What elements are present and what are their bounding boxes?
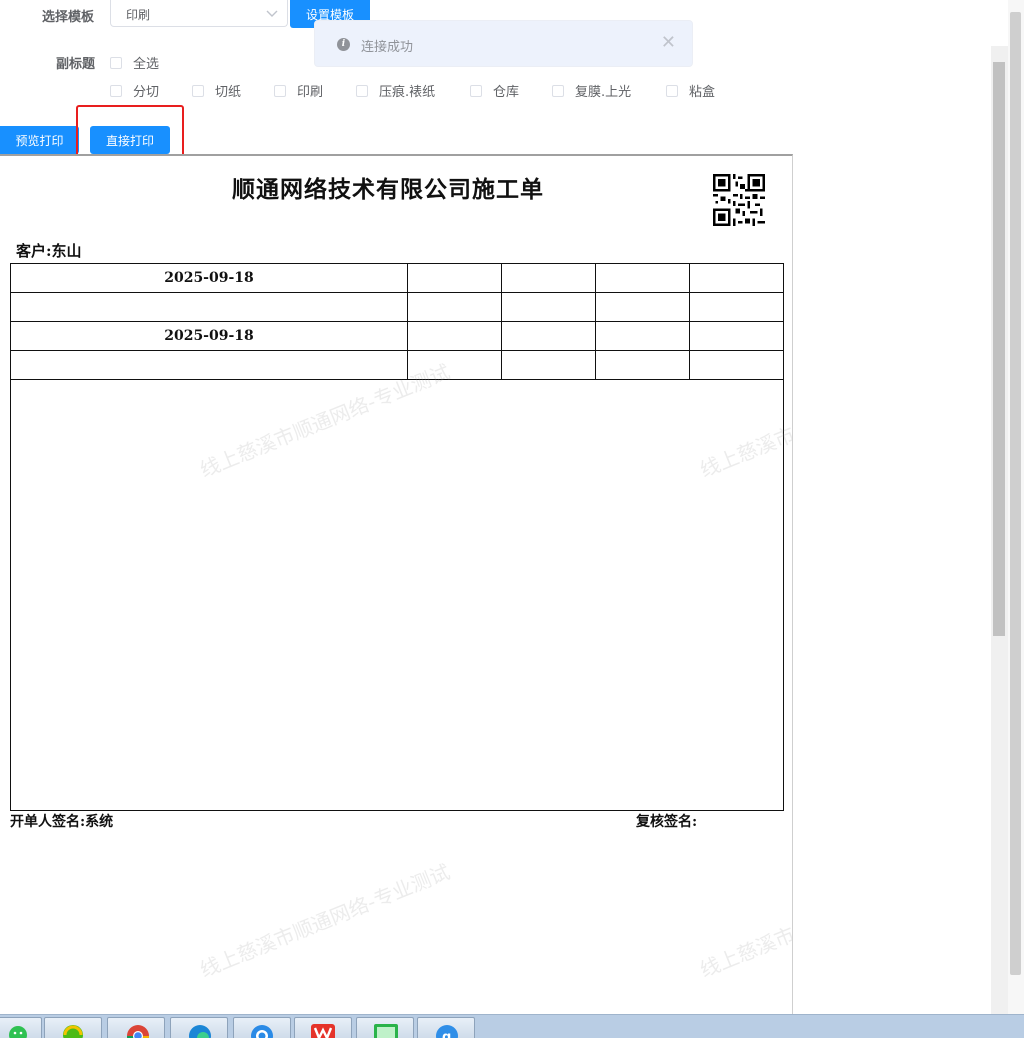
table-cell — [596, 322, 690, 351]
edge-icon — [186, 1021, 214, 1038]
template-select[interactable]: 印刷 — [110, 0, 288, 27]
table-cell — [408, 264, 502, 293]
table-cell — [11, 293, 408, 322]
table-cell — [408, 293, 502, 322]
table-cell — [502, 322, 596, 351]
checkbox-option-5[interactable]: 仓库 — [470, 81, 519, 100]
table-cell — [502, 264, 596, 293]
table-cell — [690, 293, 784, 322]
table-cell — [502, 351, 596, 380]
checkbox-label: 压痕.裱纸 — [379, 81, 435, 100]
checkbox-box[interactable] — [110, 57, 122, 69]
template-label: 选择模板 — [42, 6, 94, 25]
taskbar-item-wechat[interactable] — [0, 1017, 42, 1038]
table-row: 2025-09-18 — [11, 322, 784, 351]
checkbox-option-4[interactable]: 压痕.裱纸 — [356, 81, 435, 100]
direct-print-button[interactable]: 直接打印 — [90, 126, 170, 154]
table-cell — [690, 322, 784, 351]
checkbox-box[interactable] — [356, 85, 368, 97]
table-cell: 2025-09-18 — [11, 322, 408, 351]
browser-360-icon — [60, 1021, 88, 1038]
checkbox-option-6[interactable]: 复膜.上光 — [552, 81, 631, 100]
content-area — [10, 380, 784, 811]
checkbox-box[interactable] — [470, 85, 482, 97]
checkbox-label: 粘盒 — [689, 81, 715, 100]
taskbar-item-wps[interactable] — [294, 1017, 352, 1038]
table-cell — [408, 351, 502, 380]
table-cell — [408, 322, 502, 351]
document-title: 顺通网络技术有限公司施工单 — [232, 170, 544, 204]
chevron-down-icon — [265, 6, 279, 20]
wechat-icon — [0, 1021, 30, 1038]
watermark: 线上慈溪市顺通网络-专业测试 — [195, 856, 454, 983]
page-scrollbar-thumb[interactable] — [1010, 12, 1021, 975]
table-cell — [690, 264, 784, 293]
table-cell — [690, 351, 784, 380]
toast-message: i 连接成功 ✕ — [314, 20, 693, 67]
qr-code-icon — [713, 174, 765, 226]
preview-print-button[interactable]: 预览打印 — [0, 126, 79, 154]
checkbox-option-2[interactable]: 切纸 — [192, 81, 241, 100]
checkbox-label: 仓库 — [493, 81, 519, 100]
work-order-table: 2025-09-18 2025-09-18 — [10, 263, 784, 380]
taskbar-item-screen-app[interactable] — [356, 1017, 414, 1038]
g-app-icon: g — [433, 1021, 461, 1038]
issuer-signature: 开单人签名:系统 — [10, 811, 113, 831]
table-cell — [596, 351, 690, 380]
checkbox-select-all[interactable]: 全选 — [110, 53, 159, 72]
table-row — [11, 351, 784, 380]
checkbox-box[interactable] — [274, 85, 286, 97]
table-cell — [596, 264, 690, 293]
checkbox-box[interactable] — [666, 85, 678, 97]
checkbox-box[interactable] — [552, 85, 564, 97]
table-cell — [11, 351, 408, 380]
checkbox-label: 分切 — [133, 81, 159, 100]
taskbar-item-g-app[interactable]: g — [417, 1017, 475, 1038]
checkbox-label: 全选 — [133, 53, 159, 72]
customer-name: 客户:东山 — [16, 240, 82, 261]
taskbar-item-chrome[interactable] — [107, 1017, 165, 1038]
template-select-value: 印刷 — [126, 6, 150, 23]
checkbox-label: 印刷 — [297, 81, 323, 100]
checkbox-option-1[interactable]: 分切 — [110, 81, 159, 100]
chrome-icon — [123, 1021, 151, 1038]
taskbar: g — [0, 1014, 1024, 1038]
reviewer-signature: 复核签名: — [636, 811, 697, 831]
table-cell — [502, 293, 596, 322]
close-icon[interactable]: ✕ — [661, 33, 676, 53]
table-cell — [596, 293, 690, 322]
wps-icon — [310, 1021, 338, 1038]
checkbox-option-3[interactable]: 印刷 — [274, 81, 323, 100]
subtitle-label: 副标题 — [56, 53, 95, 72]
taskbar-item-edge[interactable] — [170, 1017, 228, 1038]
table-row — [11, 293, 784, 322]
checkbox-box[interactable] — [192, 85, 204, 97]
watermark: 线上慈溪市顺通网络-专业测试 — [695, 856, 793, 983]
taskbar-item-qq-browser[interactable] — [233, 1017, 291, 1038]
preview-scrollbar-thumb[interactable] — [993, 62, 1005, 636]
qq-browser-icon — [249, 1021, 277, 1038]
print-preview: 顺通网络技术有限公司施工单 客户:东山 2025-09-18 2025-09-1… — [0, 154, 793, 1016]
table-row: 2025-09-18 — [11, 264, 784, 293]
info-icon: i — [337, 38, 350, 51]
taskbar-item-360-browser[interactable] — [44, 1017, 102, 1038]
screen-app-icon — [372, 1021, 400, 1038]
checkbox-label: 复膜.上光 — [575, 81, 631, 100]
table-cell: 2025-09-18 — [11, 264, 408, 293]
checkbox-label: 切纸 — [215, 81, 241, 100]
checkbox-option-7[interactable]: 粘盒 — [666, 81, 715, 100]
checkbox-box[interactable] — [110, 85, 122, 97]
toast-text: 连接成功 — [361, 36, 413, 55]
